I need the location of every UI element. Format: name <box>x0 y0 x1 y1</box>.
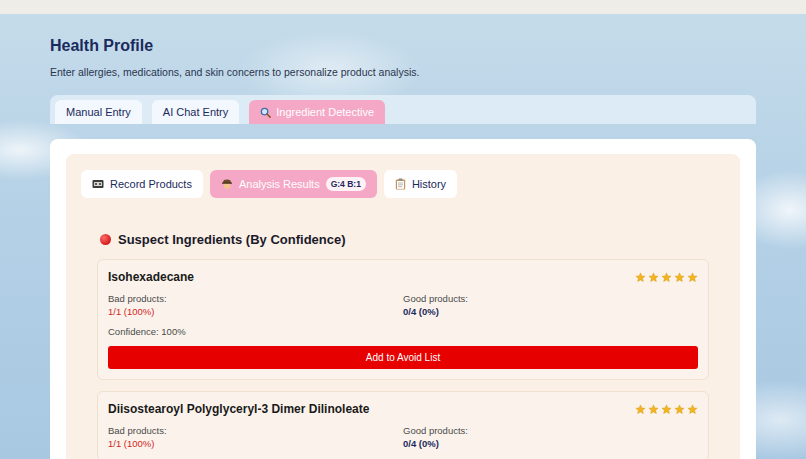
star-icon <box>687 272 698 283</box>
good-stat: Good products:0/4 (0%) <box>403 424 698 450</box>
tab-bar: Manual Entry AI Chat Entry Ingredient Dete… <box>50 95 756 124</box>
magnifier-icon <box>260 107 271 118</box>
star-rating <box>635 272 698 283</box>
page-subtitle: Enter allergies, medications, and skin c… <box>50 66 756 79</box>
bad-stat: Bad products:1/1 (100%) <box>108 424 403 450</box>
stat-value: 0/4 (0%) <box>403 437 698 450</box>
detective-panel: Record Products Analysis Results G:4 B:1 Hi… <box>66 154 740 459</box>
card-header: Isohexadecane <box>108 270 698 284</box>
stat-label: Good products: <box>403 292 698 305</box>
clipboard-icon <box>395 178 406 190</box>
stat-label: Bad products: <box>108 424 403 437</box>
star-icon <box>674 404 685 415</box>
stat-value: 1/1 (100%) <box>108 437 403 450</box>
count-badge: G:4 B:1 <box>326 177 366 191</box>
tab[interactable]: Ingredient Detective <box>249 100 385 124</box>
star-rating <box>635 404 698 415</box>
tab-label: AI Chat Entry <box>163 106 228 118</box>
bad-stat: Bad products:1/1 (100%) <box>108 292 403 318</box>
star-icon <box>648 404 659 415</box>
stats-grid: Bad products:1/1 (100%)Good products:0/4… <box>108 292 698 318</box>
page-title: Health Profile <box>50 37 756 55</box>
stat-value: 1/1 (100%) <box>108 305 403 318</box>
health-profile-page: Health Profile Enter allergies, medicatio… <box>0 0 806 459</box>
ingredient-name: Isohexadecane <box>108 270 194 284</box>
header: Health Profile Enter allergies, medicatio… <box>0 14 806 79</box>
star-icon <box>635 272 646 283</box>
section-title: Suspect Ingredients (By Confidence) <box>118 232 346 247</box>
red-dot-icon <box>100 234 111 245</box>
star-icon <box>661 404 672 415</box>
stat-label: Good products: <box>403 424 698 437</box>
subtab-label: Record Products <box>110 178 192 190</box>
detective-icon <box>221 178 233 190</box>
star-icon <box>635 404 646 415</box>
ingredient-card: Diisostearoyl Polyglyceryl-3 Dimer Dilin… <box>97 391 709 459</box>
subtab-bar: Record Products Analysis Results G:4 B:1 Hi… <box>81 170 725 198</box>
tab[interactable]: Manual Entry <box>55 100 142 124</box>
subtab[interactable]: Analysis Results G:4 B:1 <box>210 170 377 198</box>
section-heading: Suspect Ingredients (By Confidence) <box>100 232 709 247</box>
subtab[interactable]: Record Products <box>81 170 203 198</box>
tab-label: Manual Entry <box>66 106 131 118</box>
stat-value: 0/4 (0%) <box>403 305 698 318</box>
ingredient-card: Isohexadecane Bad products:1/1 (100%)Good… <box>97 259 709 380</box>
card-header: Diisostearoyl Polyglyceryl-3 Dimer Dilin… <box>108 402 698 416</box>
stats-grid: Bad products:1/1 (100%)Good products:0/4… <box>108 424 698 450</box>
star-icon <box>687 404 698 415</box>
star-icon <box>674 272 685 283</box>
confidence: Confidence: 100% <box>108 325 698 338</box>
subtab-label: History <box>412 178 446 190</box>
star-icon <box>648 272 659 283</box>
top-strip <box>0 0 806 14</box>
ingredient-name: Diisostearoyl Polyglyceryl-3 Dimer Dilin… <box>108 402 369 416</box>
tab-label: Ingredient Detective <box>276 106 374 118</box>
star-icon <box>661 272 672 283</box>
tab[interactable]: AI Chat Entry <box>152 100 239 124</box>
subtab[interactable]: History <box>384 170 457 198</box>
stat-label: Bad products: <box>108 292 403 305</box>
add-to-avoid-button[interactable]: Add to Avoid List <box>108 346 698 369</box>
main-panel: Record Products Analysis Results G:4 B:1 Hi… <box>50 139 756 459</box>
suspect-section: Suspect Ingredients (By Confidence) Isohe… <box>81 232 725 459</box>
subtab-label: Analysis Results <box>239 178 320 190</box>
good-stat: Good products:0/4 (0%) <box>403 292 698 318</box>
videotape-icon <box>92 179 104 189</box>
